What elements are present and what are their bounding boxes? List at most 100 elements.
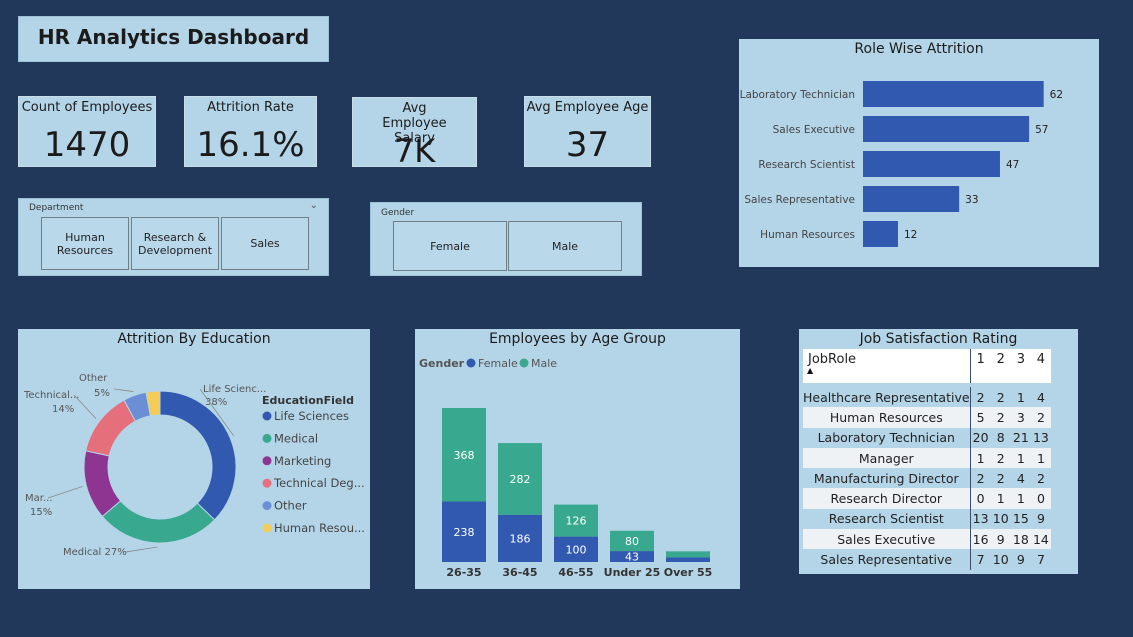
department-option-research-development[interactable]: Research & Development <box>131 217 219 270</box>
table-cell-count: 2 <box>990 447 1011 469</box>
data-label: 62 <box>1050 89 1063 101</box>
table-row[interactable]: Manufacturing Director 2 2 4 2 <box>803 468 1051 489</box>
kpi-label: Avg Employee Age <box>526 100 649 115</box>
data-label: 186 <box>510 532 531 545</box>
table-cell-count: 7 <box>970 549 991 570</box>
chart-title: Job Satisfaction Rating <box>859 331 1018 347</box>
table-cell-count: 1 <box>1030 447 1051 469</box>
y-tick-label: Human Resources <box>760 229 855 241</box>
donut-slice <box>159 390 237 521</box>
data-label: 33 <box>965 194 978 206</box>
bar <box>863 221 898 247</box>
x-tick-label: Under 25 <box>604 566 661 579</box>
gender-option-female[interactable]: Female <box>393 221 507 271</box>
table-cell-count: 0 <box>970 488 991 509</box>
bar <box>863 81 1044 107</box>
kpi-avg-employee-age[interactable]: Avg Employee Age 37 <box>524 96 651 167</box>
table-row[interactable]: Sales Executive 16 9 18 14 <box>803 529 1051 550</box>
gender-option-male[interactable]: Male <box>508 221 622 271</box>
legend-marker-female <box>466 358 476 368</box>
kpi-label: Count of Employees <box>21 100 153 115</box>
table-row[interactable]: Manager 1 2 1 1 <box>803 447 1051 469</box>
table-cell-count: 8 <box>990 427 1011 448</box>
slice-percent-label: 14% <box>52 404 74 415</box>
column-header-jobrole[interactable]: JobRole ▲ <box>803 349 971 383</box>
bar <box>863 116 1030 142</box>
table-cell-count: 4 <box>1010 468 1031 489</box>
kpi-value: 7K <box>393 132 436 170</box>
legend-marker <box>262 501 272 511</box>
table-row[interactable]: Healthcare Representative 2 2 1 4 <box>803 387 1051 408</box>
attrition-by-education-chart: Attrition By Education Life Scienc... 38%… <box>18 329 370 589</box>
data-label: 126 <box>566 515 587 528</box>
slice-label: Life Scienc... <box>203 384 266 395</box>
table-cell-count: 9 <box>990 529 1011 550</box>
column-header-rating[interactable]: 3 <box>1010 349 1031 383</box>
donut-slice <box>85 399 137 457</box>
table-cell-count: 10 <box>990 508 1011 530</box>
legend-label: Technical Deg... <box>273 476 365 490</box>
legend-title: Gender <box>419 357 465 370</box>
table-cell-count: 0 <box>1030 488 1051 509</box>
table-cell-count: 2 <box>1030 468 1051 489</box>
chevron-down-icon[interactable]: ⌄ <box>310 200 318 211</box>
employees-by-age-group-plot: Gender Female Male 238 368 26-35 186 282 36-45 10… <box>419 357 712 579</box>
sort-ascending-icon[interactable]: ▲ <box>807 366 813 375</box>
table-cell-count: 2 <box>970 468 991 489</box>
table-cell-count: 1 <box>1010 488 1031 509</box>
data-label: 238 <box>454 526 475 539</box>
table-cell-jobrole: Manufacturing Director <box>803 468 971 489</box>
legend-label: Life Sciences <box>274 409 349 423</box>
table-row[interactable]: Sales Representative 7 10 9 7 <box>803 549 1051 570</box>
column-header-rating[interactable]: 1 <box>970 349 991 383</box>
column-header-rating[interactable]: 2 <box>990 349 1011 383</box>
x-tick-label: 46-55 <box>558 566 593 579</box>
leader-line <box>73 394 97 420</box>
y-tick-label: Research Scientist <box>758 159 855 171</box>
kpi-avg-employee-salary[interactable]: Avg Employee Salary 7K <box>352 97 477 170</box>
table-cell-count: 2 <box>990 407 1011 428</box>
dashboard-title: HR Analytics Dashboard <box>37 25 310 49</box>
table-cell-count: 16 <box>970 529 991 550</box>
table-cell-count: 14 <box>1030 529 1051 550</box>
gender-slicer-title: Gender <box>381 208 415 218</box>
table-row[interactable]: Laboratory Technician 20 8 21 13 <box>803 427 1051 448</box>
employees-by-age-group-chart: Employees by Age Group Gender Female Male 2… <box>415 329 740 589</box>
department-option-sales[interactable]: Sales <box>221 217 309 270</box>
table-cell-count: 3 <box>1010 407 1031 428</box>
table-cell-count: 9 <box>1010 549 1031 570</box>
table-cell-jobrole: Laboratory Technician <box>803 427 971 448</box>
department-slicer: Department ⌄ Human Resources Research & … <box>18 198 329 276</box>
kpi-attrition-rate[interactable]: Attrition Rate 16.1% <box>184 96 317 167</box>
leader-line <box>125 546 158 553</box>
table-row[interactable]: Research Director 0 1 1 0 <box>803 488 1051 509</box>
bar-female <box>666 557 710 562</box>
table-row[interactable]: Human Resources 5 2 3 2 <box>803 407 1051 428</box>
kpi-count-of-employees[interactable]: Count of Employees 1470 <box>18 96 156 167</box>
slice-label: Mar... <box>25 493 53 504</box>
department-option-human-resources[interactable]: Human Resources <box>41 217 129 270</box>
table-cell-count: 21 <box>1010 427 1031 448</box>
legend-title: EducationField <box>262 394 354 407</box>
data-label: 80 <box>625 535 639 548</box>
table-row[interactable]: Research Scientist 13 10 15 9 <box>803 508 1051 530</box>
x-tick-label: 36-45 <box>502 566 537 579</box>
bar <box>863 186 960 212</box>
slice-percent-label: 38% <box>205 397 227 408</box>
legend-marker-male <box>519 358 529 368</box>
table-cell-count: 13 <box>970 508 991 530</box>
role-wise-attrition-chart: Role Wise Attrition Laboratory Technicia… <box>739 39 1099 267</box>
table-cell-count: 9 <box>1030 508 1051 530</box>
job-satisfaction-rating-table: Job Satisfaction Rating JobRole ▲ 1 2 3 4 Heal… <box>799 329 1078 574</box>
table-cell-count: 2 <box>990 387 1011 408</box>
table-cell-jobrole: Healthcare Representative <box>803 387 971 408</box>
table-cell-jobrole: Research Director <box>803 488 971 509</box>
slice-percent-label: 5% <box>94 388 110 399</box>
slice-label: Medical 27% <box>63 547 127 558</box>
x-tick-label: 26-35 <box>446 566 481 579</box>
column-header-rating[interactable]: 4 <box>1030 349 1051 383</box>
slice-label: Technical... <box>23 390 79 401</box>
donut-slice <box>101 500 216 544</box>
legend-label: Marketing <box>274 454 331 468</box>
data-label: 100 <box>566 543 587 556</box>
